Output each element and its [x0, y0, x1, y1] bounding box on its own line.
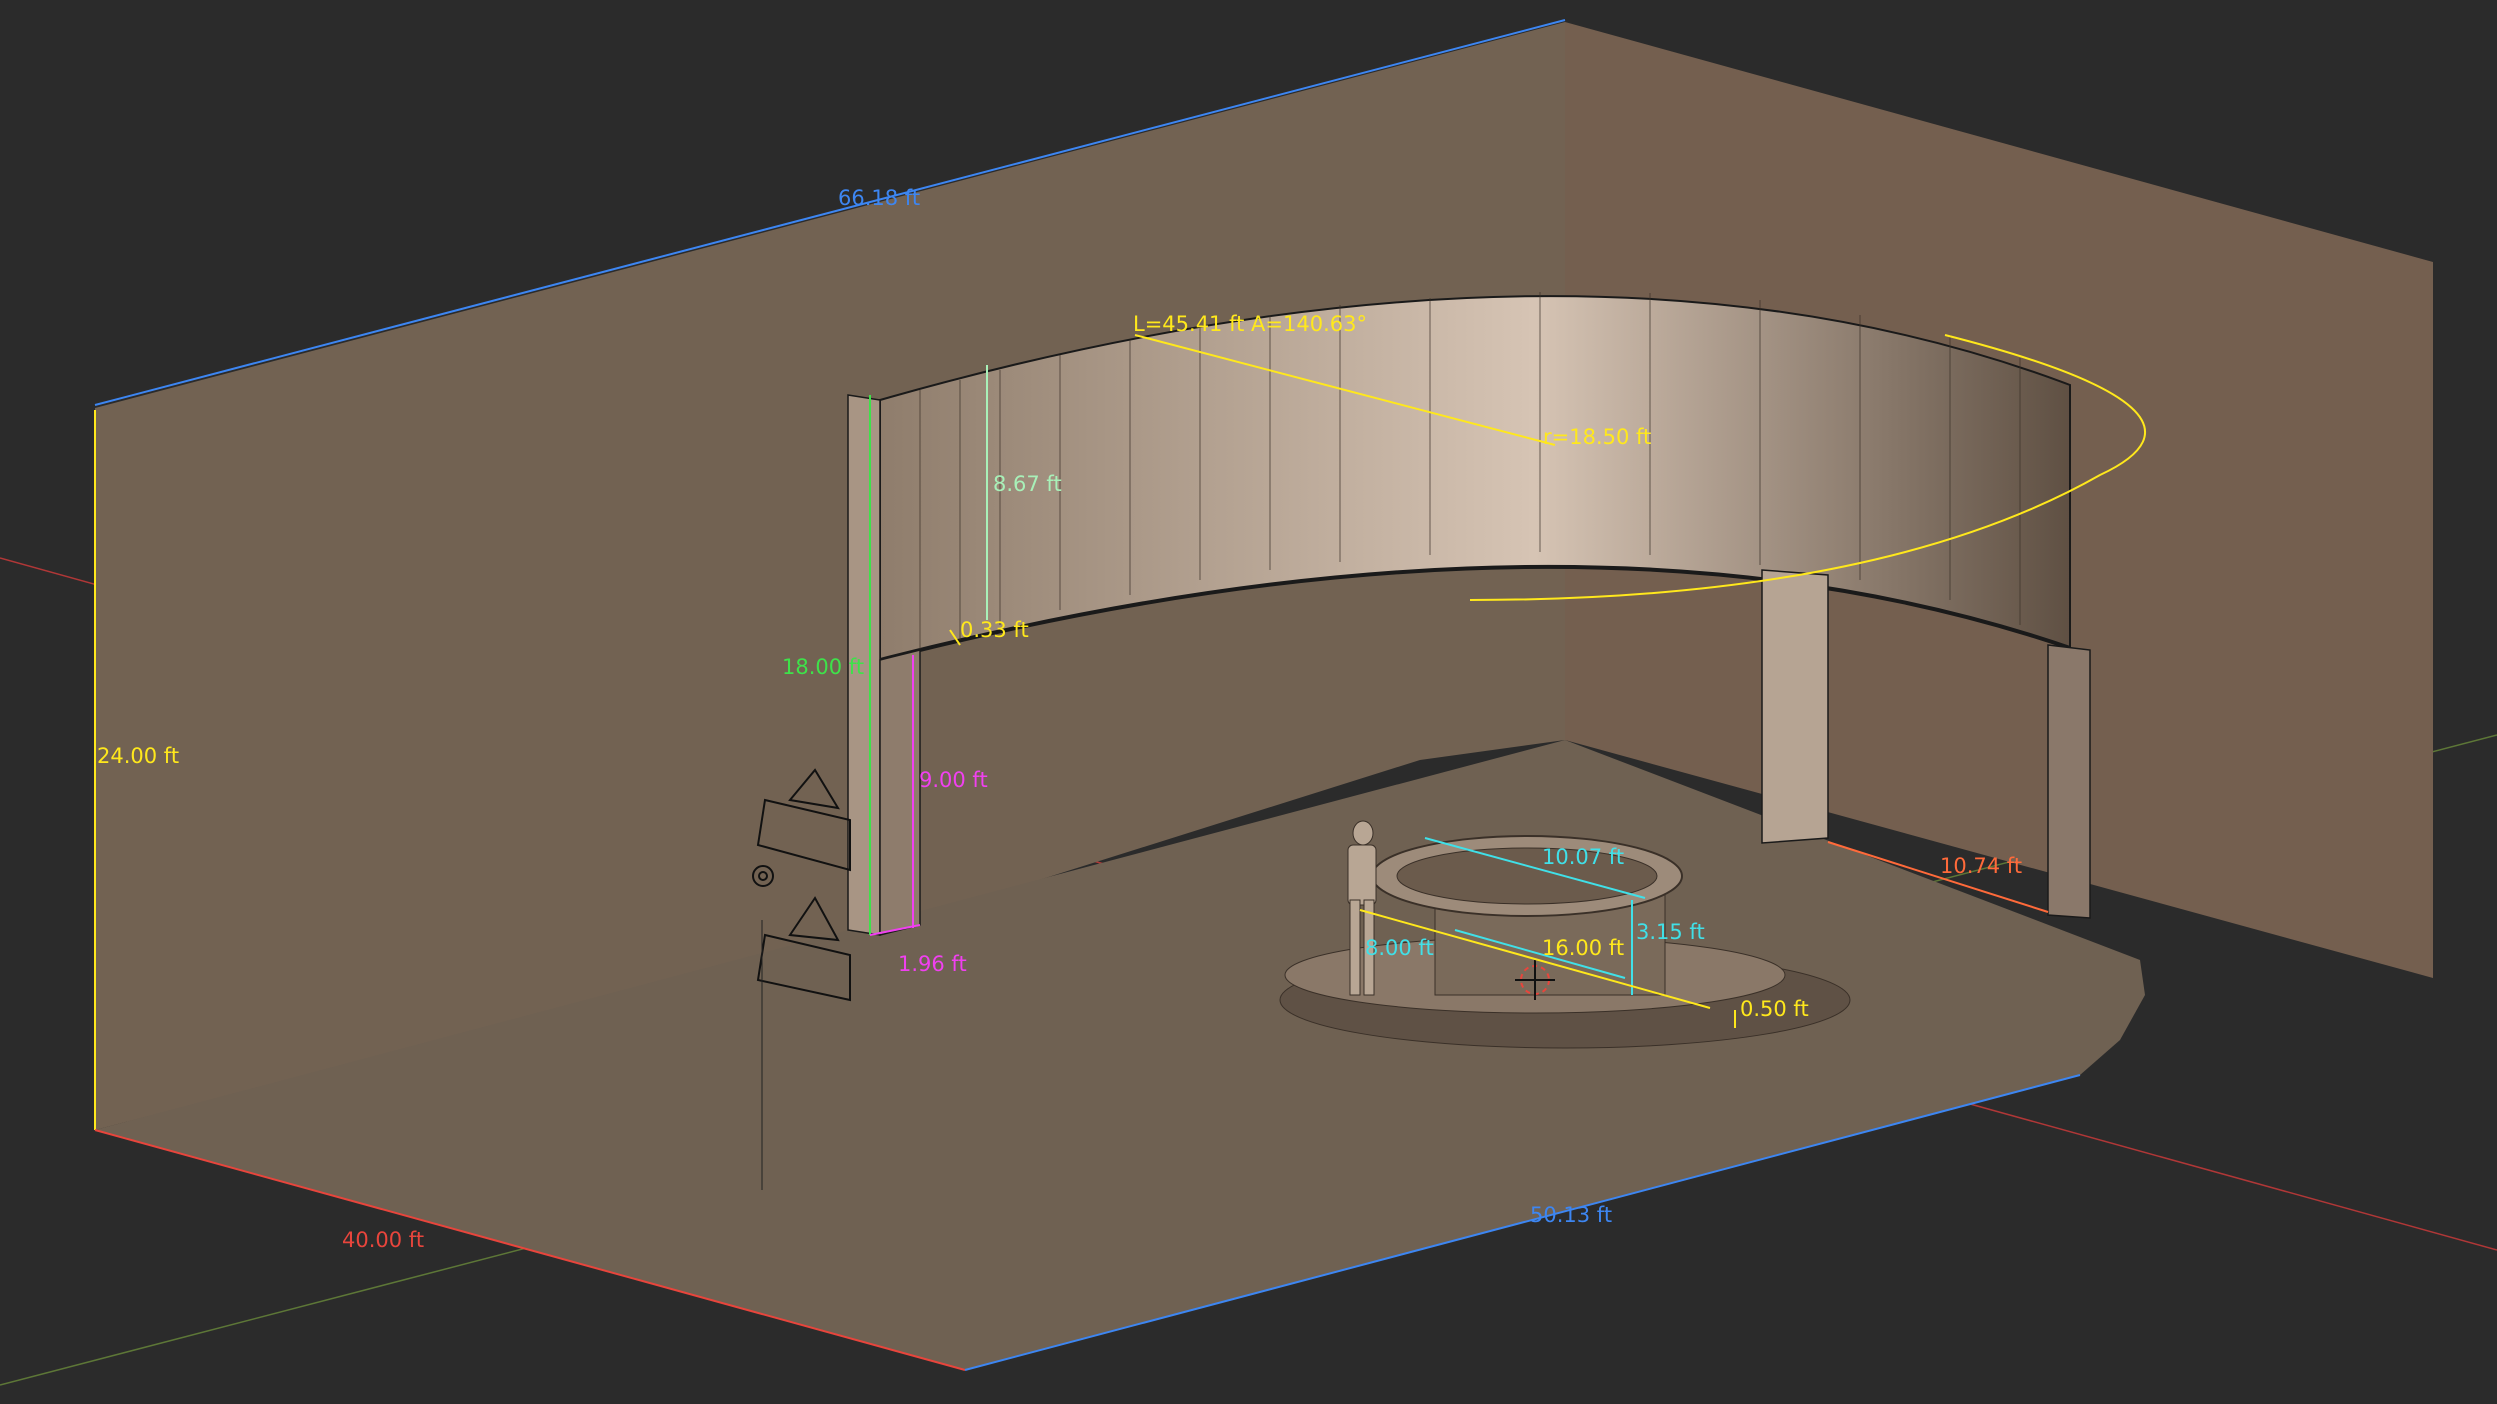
dim-platform-height: 0.50 ft: [1740, 997, 1809, 1021]
dim-screen-top-height: 18.00 ft: [782, 655, 864, 679]
dim-arc-info: L=45.41 ft A=140.63°: [1133, 312, 1367, 336]
dim-pillar-height: 9.00 ft: [919, 768, 988, 792]
right-pillar: [2047, 644, 2091, 919]
dim-platform-diameter: 16.00 ft: [1542, 936, 1624, 960]
dim-desk-inner-diameter: 8.00 ft: [1365, 936, 1434, 960]
dim-front-floor-width: 50.13 ft: [1530, 1203, 1612, 1227]
dim-pillar-width: 1.96 ft: [898, 952, 967, 976]
dim-pillar-spacing: 10.74 ft: [1940, 854, 2022, 878]
dim-top-wall-length: 66.18 ft: [838, 186, 920, 210]
3d-viewport[interactable]: 66.18 ft 24.00 ft 40.00 ft 50.13 ft L=45…: [0, 0, 2497, 1404]
dim-left-floor-depth: 40.00 ft: [342, 1228, 424, 1252]
dim-screen-thickness: 0.33 ft: [960, 618, 1029, 642]
center-pillar: [1761, 569, 1829, 844]
dim-desk-height: 3.15 ft: [1636, 920, 1705, 944]
dim-wall-height: 24.00 ft: [97, 744, 179, 768]
dim-screen-height: 8.67 ft: [993, 472, 1062, 496]
dim-desk-top-diameter: 10.07 ft: [1542, 845, 1624, 869]
dim-arc-radius: r=18.50 ft: [1543, 425, 1651, 449]
